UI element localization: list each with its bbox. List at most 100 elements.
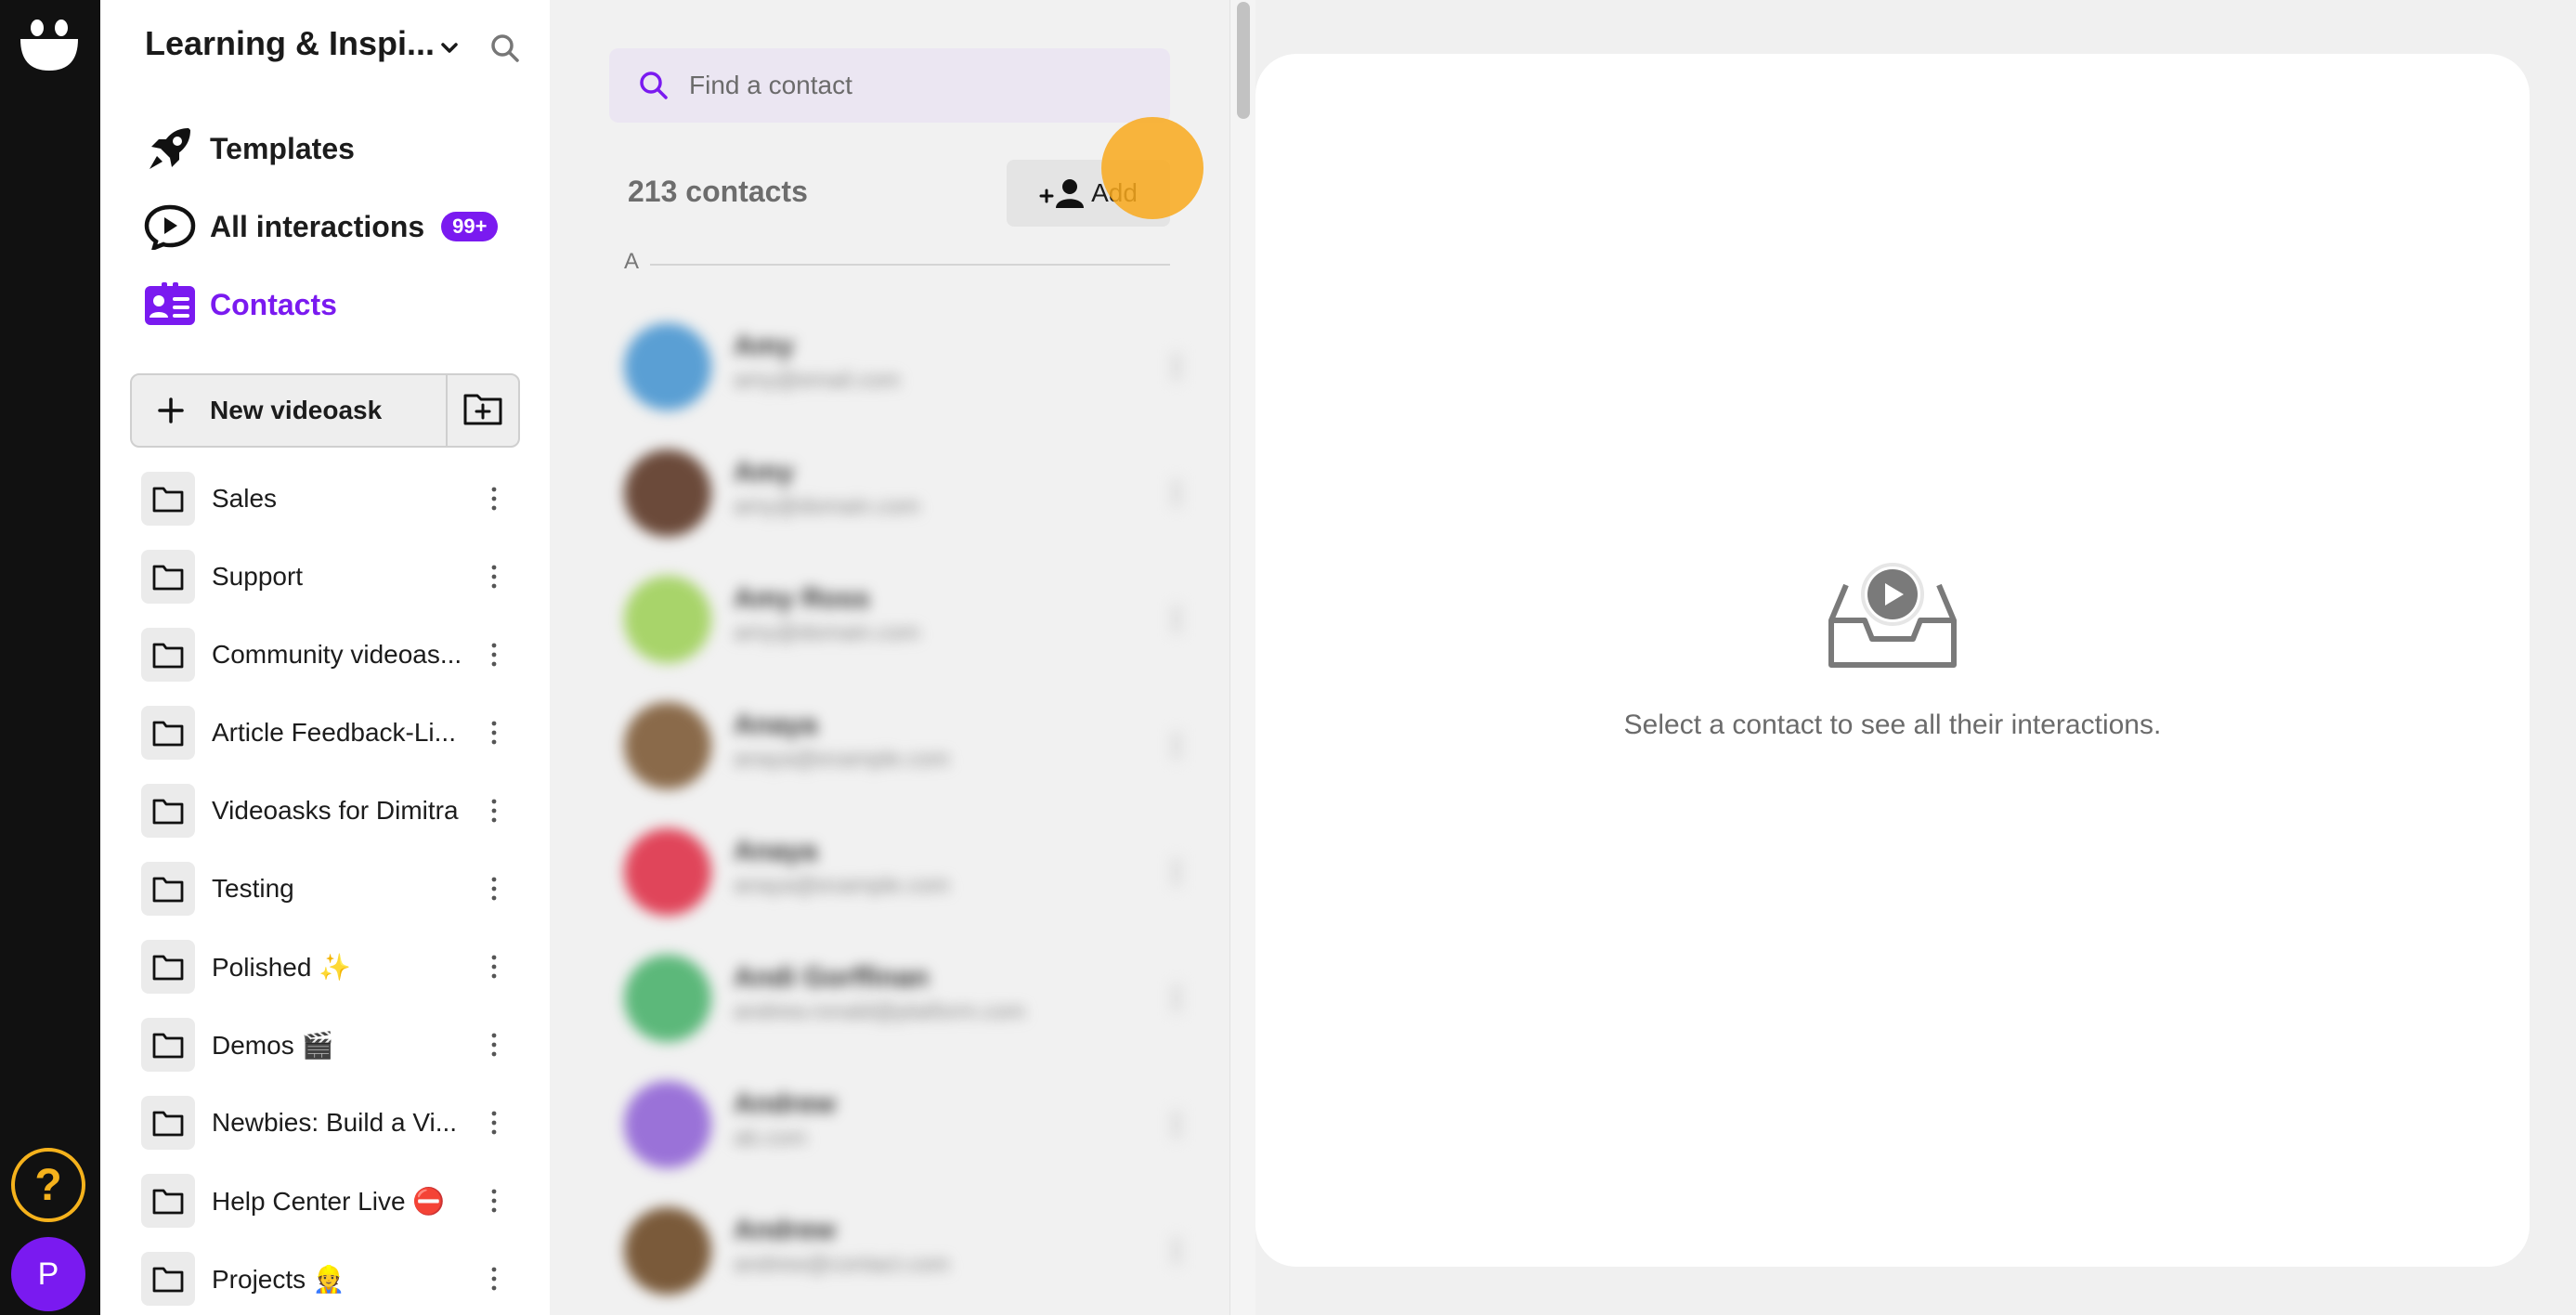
more-vertical-icon[interactable] bbox=[488, 484, 500, 514]
contact-row[interactable]: Amy Ross amy@domain.com bbox=[624, 568, 1181, 671]
contact-menu-icon[interactable] bbox=[1172, 732, 1181, 760]
folder-label: Support bbox=[212, 562, 304, 591]
nav-all-interactions[interactable]: All interactions 99+ bbox=[141, 197, 499, 256]
folder-item[interactable]: Projects 👷 bbox=[141, 1249, 513, 1308]
more-vertical-icon[interactable] bbox=[488, 1264, 500, 1294]
contact-email: amy@domain.com bbox=[734, 620, 920, 645]
more-vertical-icon[interactable] bbox=[488, 1186, 500, 1216]
folder-item[interactable]: Videoasks for Dimitra bbox=[141, 781, 513, 840]
contact-email: anaya@example.com bbox=[734, 873, 950, 898]
folder-plus-icon bbox=[462, 390, 503, 432]
contact-name: Amy Ross bbox=[734, 583, 870, 614]
more-vertical-icon[interactable] bbox=[488, 640, 500, 670]
contacts-scrollbar[interactable] bbox=[1229, 0, 1255, 1315]
folder-item[interactable]: Polished ✨ bbox=[141, 937, 513, 996]
contact-email: amy@domain.com bbox=[734, 494, 920, 519]
folder-icon bbox=[141, 940, 195, 994]
contact-row[interactable]: Andi Gorffinan andrew.ronald@platform.com bbox=[624, 947, 1181, 1049]
folder-label: Article Feedback-Li... bbox=[212, 718, 456, 747]
folder-item[interactable]: Demos 🎬 bbox=[141, 1015, 513, 1074]
folder-icon bbox=[141, 784, 195, 838]
more-vertical-icon[interactable] bbox=[488, 1030, 500, 1060]
more-vertical-icon[interactable] bbox=[488, 874, 500, 904]
contact-row[interactable]: Anaya anaya@example.com bbox=[624, 821, 1181, 923]
contact-row[interactable]: Amy amy@domain.com bbox=[624, 442, 1181, 544]
folder-icon bbox=[141, 1174, 195, 1228]
contact-search[interactable] bbox=[609, 48, 1170, 123]
contact-menu-icon[interactable] bbox=[1172, 1111, 1181, 1139]
app-rail: ? P bbox=[0, 0, 100, 1315]
folder-label: Help Center Live ⛔ bbox=[212, 1186, 446, 1216]
more-vertical-icon[interactable] bbox=[488, 1108, 500, 1138]
contact-avatar bbox=[624, 955, 711, 1042]
folder-label: Sales bbox=[212, 484, 278, 513]
more-vertical-icon[interactable] bbox=[488, 562, 500, 592]
new-folder-button[interactable] bbox=[446, 375, 518, 446]
folder-item[interactable]: Newbies: Build a Vi... bbox=[141, 1093, 513, 1152]
inbox-play-icon bbox=[1824, 555, 1961, 678]
contact-avatar bbox=[624, 1207, 711, 1295]
contact-name: Andrew bbox=[734, 1088, 837, 1119]
scrollbar-thumb[interactable] bbox=[1237, 2, 1250, 119]
contacts-card-icon bbox=[141, 277, 199, 332]
folder-item[interactable]: Article Feedback-Li... bbox=[141, 703, 513, 762]
folder-item[interactable]: Testing bbox=[141, 859, 513, 918]
nav-templates[interactable]: Templates bbox=[141, 119, 355, 178]
sidebar: Learning & Inspi... Templates All intera… bbox=[100, 0, 550, 1315]
chat-play-icon bbox=[141, 199, 199, 254]
folder-icon bbox=[141, 1018, 195, 1072]
folder-label: Demos 🎬 bbox=[212, 1030, 334, 1060]
folder-icon bbox=[141, 472, 195, 526]
add-person-icon bbox=[1039, 177, 1086, 209]
help-label: ? bbox=[34, 1160, 62, 1210]
detail-card: Select a contact to see all their intera… bbox=[1255, 54, 2530, 1267]
contact-row[interactable]: Anaya anaya@example.com bbox=[624, 695, 1181, 797]
contact-avatar bbox=[624, 449, 711, 537]
contact-menu-icon[interactable] bbox=[1172, 353, 1181, 381]
contact-row[interactable]: Andrew ab.com bbox=[624, 1074, 1181, 1176]
contact-name: Anaya bbox=[734, 836, 818, 866]
folder-icon bbox=[141, 550, 195, 604]
contact-menu-icon[interactable] bbox=[1172, 858, 1181, 886]
nav-contacts[interactable]: Contacts bbox=[141, 275, 337, 334]
chevron-down-icon[interactable] bbox=[436, 35, 462, 61]
search-icon bbox=[637, 69, 670, 102]
new-videoask-button[interactable]: New videoask bbox=[132, 375, 446, 446]
folder-icon bbox=[141, 1252, 195, 1306]
folder-icon bbox=[141, 1096, 195, 1150]
new-videoask-button-group: New videoask bbox=[130, 373, 520, 448]
rocket-icon bbox=[141, 121, 199, 176]
avatar-initial: P bbox=[37, 1256, 59, 1292]
videoask-logo-icon[interactable] bbox=[19, 15, 80, 72]
contact-menu-icon[interactable] bbox=[1172, 1237, 1181, 1265]
nav-contacts-label: Contacts bbox=[210, 287, 337, 321]
contact-row[interactable]: Amy amy@email.com bbox=[624, 316, 1181, 418]
help-button[interactable]: ? bbox=[11, 1148, 85, 1222]
contact-row[interactable]: Andrew andrew@contact.com bbox=[624, 1200, 1181, 1302]
new-videoask-label: New videoask bbox=[210, 396, 383, 424]
workspace-title[interactable]: Learning & Inspi... bbox=[145, 24, 435, 63]
folder-item[interactable]: Community videoas... bbox=[141, 625, 513, 684]
contact-menu-icon[interactable] bbox=[1172, 605, 1181, 633]
nav-all-interactions-label: All interactions bbox=[210, 209, 425, 243]
contact-menu-icon[interactable] bbox=[1172, 984, 1181, 1012]
more-vertical-icon[interactable] bbox=[488, 952, 500, 982]
more-vertical-icon[interactable] bbox=[488, 796, 500, 826]
folder-item[interactable]: Help Center Live ⛔ bbox=[141, 1171, 513, 1230]
search-icon[interactable] bbox=[488, 32, 522, 65]
plus-icon bbox=[150, 390, 191, 431]
contact-search-input[interactable] bbox=[689, 71, 1135, 100]
nav-templates-label: Templates bbox=[210, 131, 355, 165]
contact-menu-icon[interactable] bbox=[1172, 479, 1181, 507]
unread-count-badge: 99+ bbox=[441, 212, 499, 241]
folder-label: Projects 👷 bbox=[212, 1264, 345, 1294]
contact-email: anaya@example.com bbox=[734, 747, 950, 772]
user-avatar-button[interactable]: P bbox=[11, 1237, 85, 1311]
more-vertical-icon[interactable] bbox=[488, 718, 500, 748]
empty-state-message: Select a contact to see all their intera… bbox=[1623, 710, 2162, 740]
folder-item[interactable]: Support bbox=[141, 547, 513, 606]
folder-icon bbox=[141, 706, 195, 760]
contact-name: Anaya bbox=[734, 710, 818, 740]
folder-item[interactable]: Sales bbox=[141, 469, 513, 528]
contact-avatar bbox=[624, 702, 711, 789]
